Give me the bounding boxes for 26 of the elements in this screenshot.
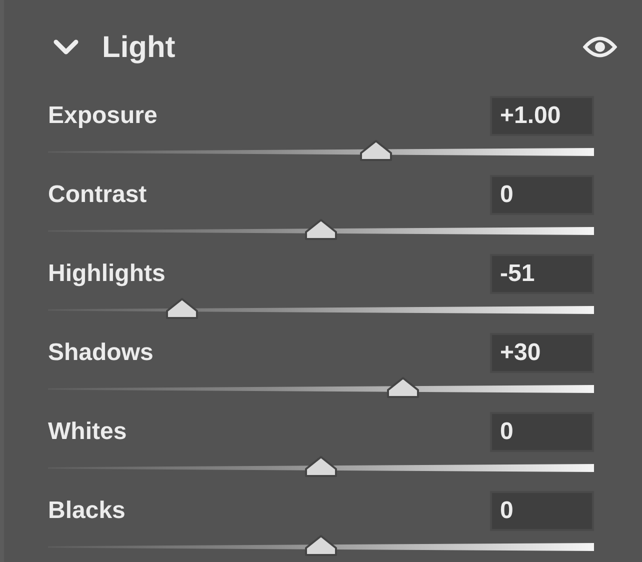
slider-track[interactable] — [48, 227, 594, 235]
slider-thumb[interactable] — [303, 534, 339, 558]
slider-label: Blacks — [48, 496, 126, 526]
slider-track[interactable] — [48, 543, 594, 551]
slider-thumb[interactable] — [303, 218, 339, 242]
slider-thumb[interactable] — [358, 139, 394, 163]
value-field[interactable]: 0 — [490, 175, 594, 215]
section-title: Light — [102, 30, 176, 66]
slider-thumb[interactable] — [384, 376, 421, 400]
slider-label: Exposure — [48, 101, 158, 131]
value-field[interactable]: +30 — [490, 333, 594, 373]
value-field[interactable]: 0 — [490, 412, 594, 452]
slider-track[interactable] — [48, 385, 594, 393]
value-field[interactable]: +1.00 — [490, 96, 594, 136]
value-field[interactable]: 0 — [490, 491, 594, 531]
slider-thumb[interactable] — [164, 297, 200, 321]
slider-label: Highlights — [48, 259, 166, 289]
slider-label: Contrast — [48, 180, 147, 210]
slider-track[interactable] — [48, 306, 594, 314]
value-field[interactable]: -51 — [490, 254, 594, 294]
visibility-eye-icon[interactable] — [582, 34, 618, 60]
slider-track[interactable] — [48, 464, 594, 472]
slider-label: Whites — [48, 417, 127, 447]
slider-thumb[interactable] — [303, 455, 339, 479]
slider-label: Shadows — [48, 338, 154, 368]
slider-track[interactable] — [48, 148, 594, 156]
